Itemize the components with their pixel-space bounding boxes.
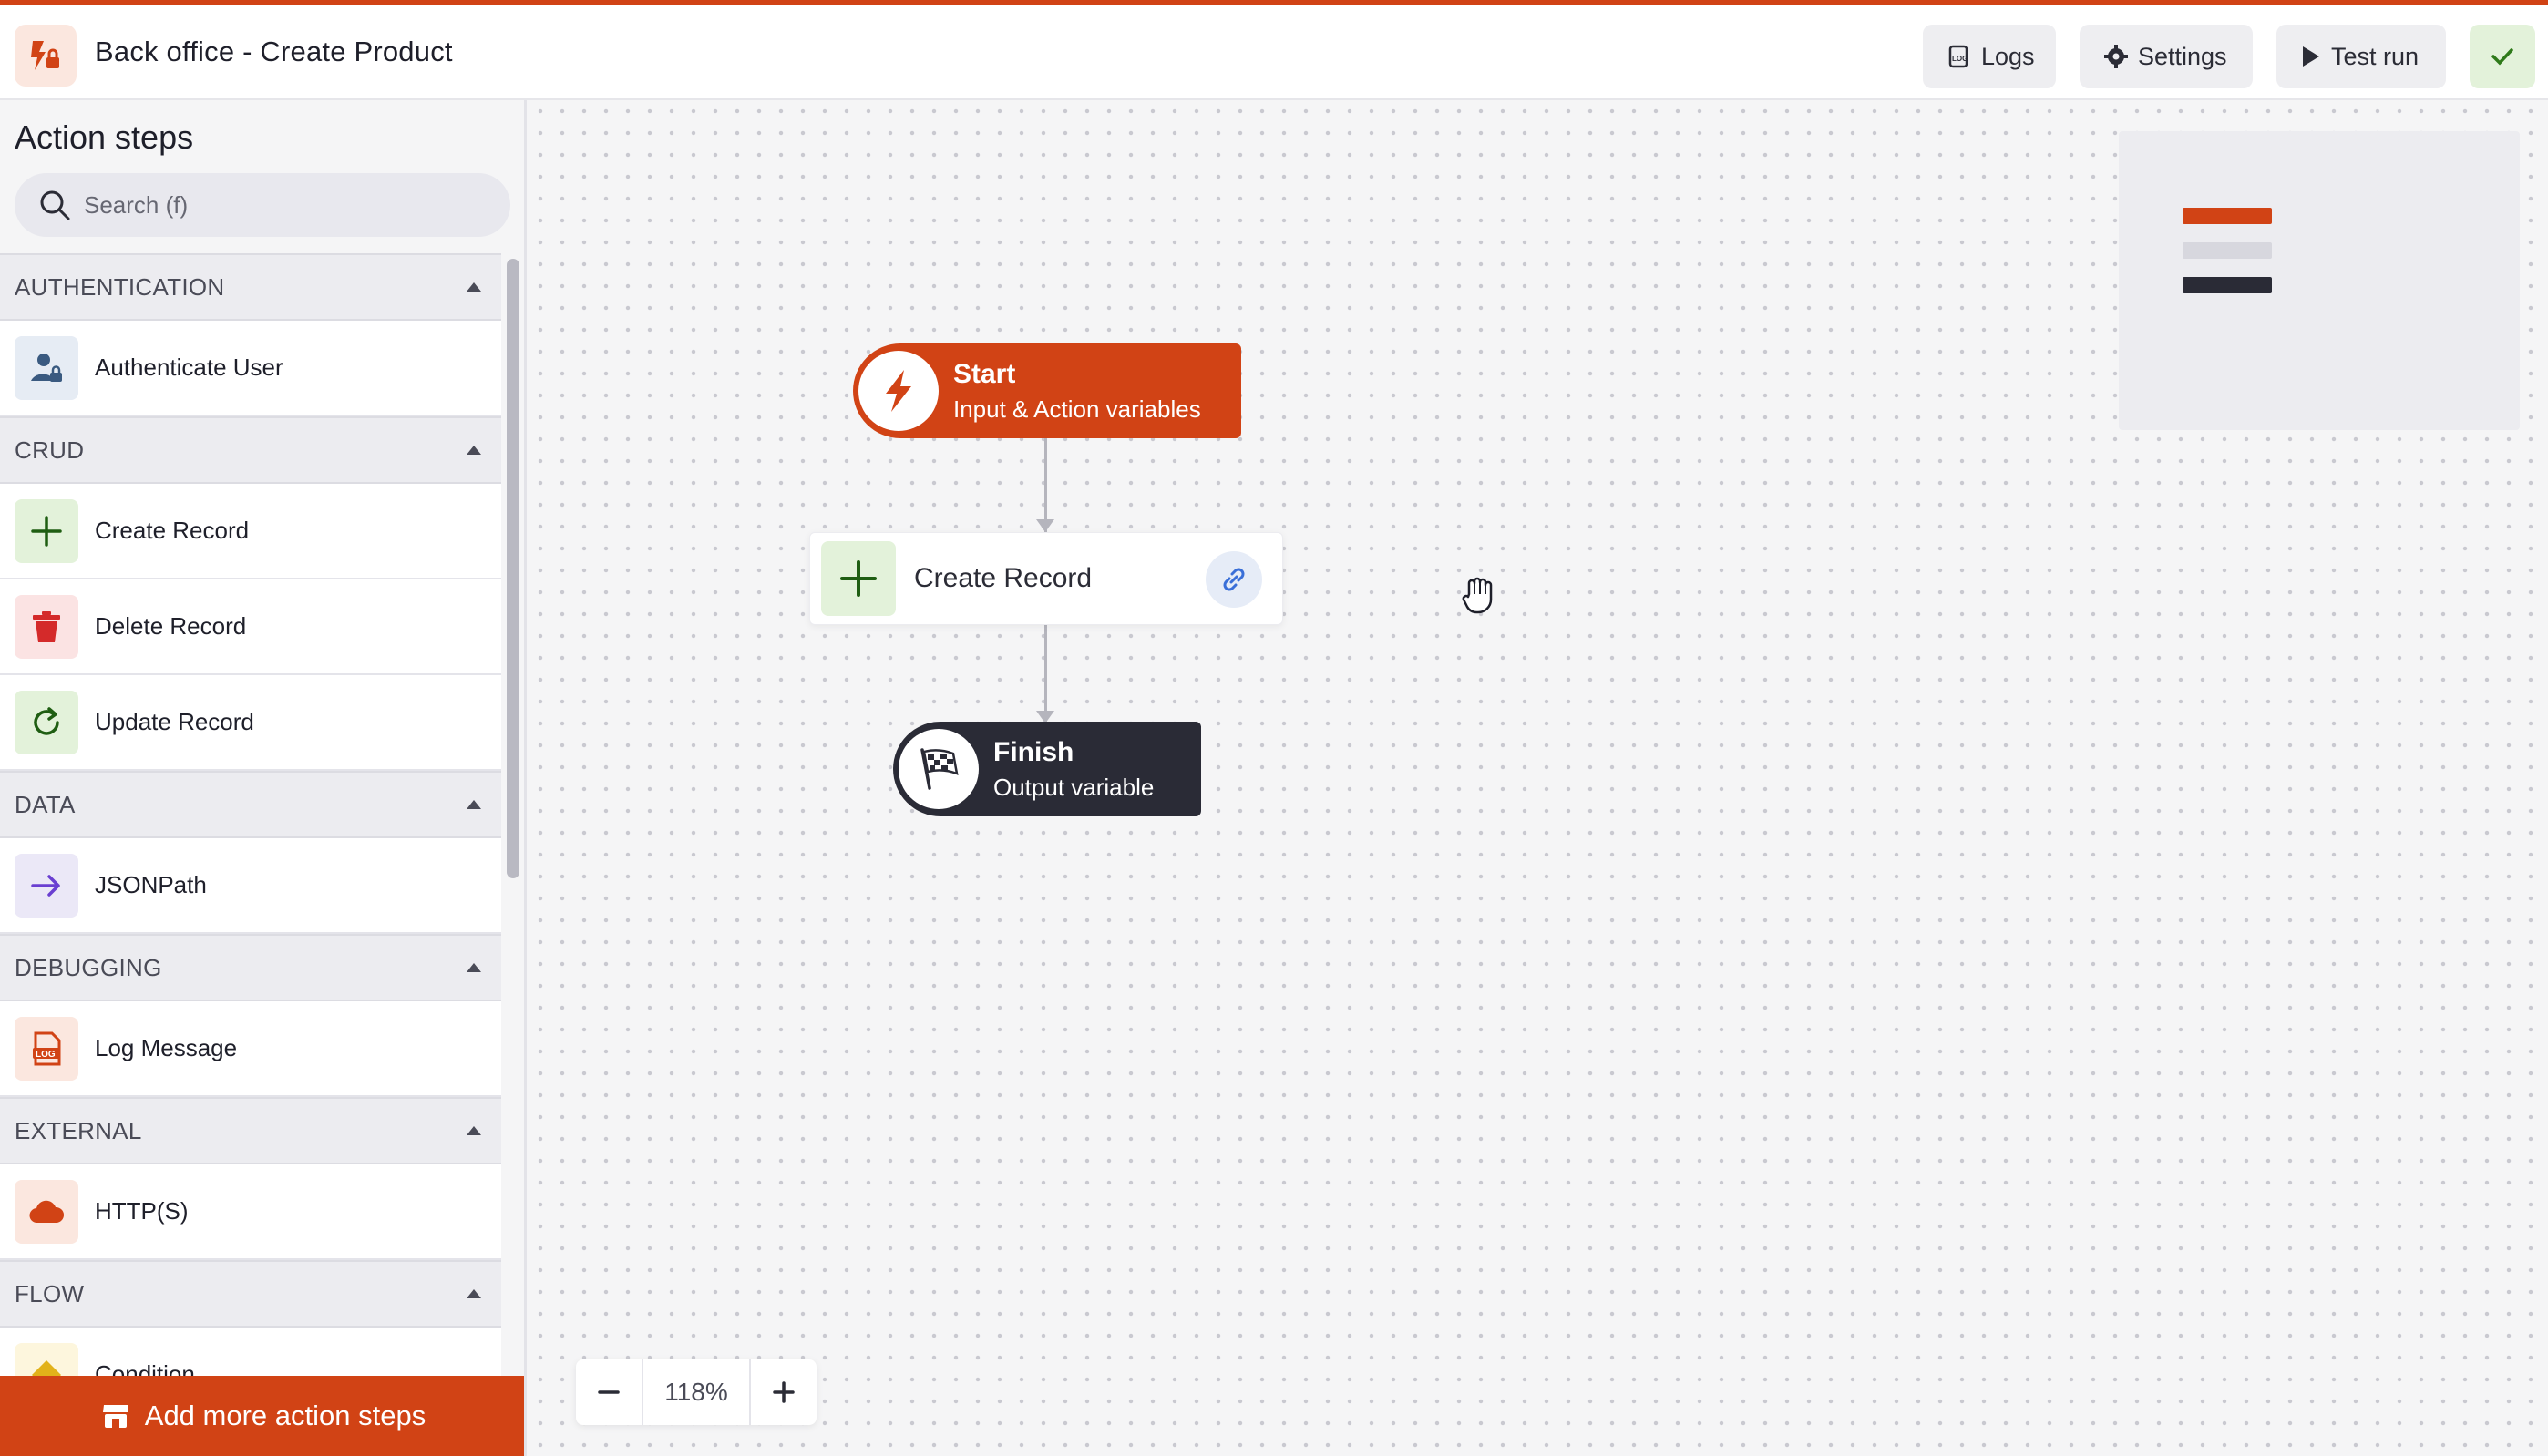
action-steps-sidebar: Action steps AUTHENTICATION Authenticate… [0,100,527,1456]
finish-node-subtitle: Output variable [993,773,1155,801]
app-logo-icon [15,25,77,87]
save-button[interactable] [2470,25,2535,88]
section-flow[interactable]: FLOW [0,1260,501,1328]
step-delete-record[interactable]: Delete Record [0,579,501,675]
trash-icon [15,594,78,659]
plus-icon [821,541,896,616]
start-node[interactable]: Start Input & Action variables [853,343,1241,438]
logs-label: Logs [1981,42,2035,70]
cloud-icon [15,1179,78,1244]
flow-canvas[interactable] [529,100,2548,1456]
flow-edge [1044,625,1047,723]
zoom-level: 118% [642,1359,751,1425]
start-node-title: Start [953,358,1016,389]
svg-text:LOG: LOG [36,1050,56,1060]
gear-icon [2104,45,2128,68]
link-icon [1223,568,1245,591]
bolt-icon [858,351,939,431]
user-lock-icon [15,335,78,400]
step-label: HTTP(S) [95,1197,189,1225]
step-authenticate-user[interactable]: Authenticate User [0,321,501,416]
section-authentication[interactable]: AUTHENTICATION [0,253,501,321]
section-label: EXTERNAL [15,1116,142,1144]
settings-button[interactable]: Settings [2080,25,2253,88]
section-label: FLOW [15,1279,85,1307]
finish-node[interactable]: Finish Output variable [893,722,1201,816]
collapse-triangle-icon [467,446,481,455]
section-label: CRUD [15,436,85,464]
add-more-label: Add more action steps [144,1400,426,1431]
create-record-node-label: Create Record [914,563,1093,593]
step-log-message[interactable]: LOG Log Message [0,1001,501,1097]
step-create-record[interactable]: Create Record [0,484,501,579]
section-debugging[interactable]: DEBUGGING [0,934,501,1001]
step-label: Delete Record [95,612,247,640]
section-label: DEBUGGING [15,953,162,981]
sidebar-title: Action steps [15,118,194,156]
step-label: Log Message [95,1034,238,1061]
sidebar-scrollbar[interactable] [507,259,519,878]
step-label: Create Record [95,517,250,544]
minimap-start-node [2183,208,2272,224]
section-external[interactable]: EXTERNAL [0,1097,501,1164]
checkered-flag-icon [899,729,979,809]
page-title: Back office - Create Product [95,36,453,67]
collapse-triangle-icon [467,1289,481,1298]
settings-label: Settings [2138,42,2227,70]
plus-icon [773,1381,795,1403]
start-node-subtitle: Input & Action variables [953,395,1201,423]
logs-button[interactable]: LOG Logs [1923,25,2056,88]
finish-node-title: Finish [993,736,1074,767]
step-label: Authenticate User [95,354,283,381]
section-crud[interactable]: CRUD [0,416,501,484]
add-more-steps-button[interactable]: Add more action steps [0,1376,524,1456]
search-icon [40,190,70,220]
zoom-in-button[interactable] [751,1359,817,1425]
plus-icon [15,498,78,563]
create-record-node[interactable]: Create Record [809,532,1283,625]
check-icon [2491,48,2513,66]
step-update-record[interactable]: Update Record [0,675,501,771]
minimap[interactable] [2119,131,2520,430]
test-run-button[interactable]: Test run [2276,25,2446,88]
play-icon [2303,46,2319,67]
step-label: Update Record [95,708,254,735]
zoom-controls: 118% [576,1359,817,1425]
collapse-triangle-icon [467,1126,481,1135]
step-label: JSONPath [95,871,207,898]
minimap-finish-node [2183,277,2272,293]
log-file-icon: LOG [1948,45,1968,68]
collapse-triangle-icon [467,963,481,972]
collapse-triangle-icon [467,282,481,292]
store-icon [102,1405,128,1428]
test-run-label: Test run [2331,42,2420,70]
arrow-right-icon [15,853,78,918]
step-jsonpath[interactable]: JSONPath [0,838,501,934]
zoom-out-button[interactable] [576,1359,642,1425]
refresh-icon [15,690,78,754]
svg-text:LOG: LOG [1952,55,1968,63]
search-box[interactable] [15,173,510,237]
collapse-triangle-icon [467,800,481,809]
minus-icon [598,1390,620,1394]
section-label: DATA [15,790,76,818]
search-input[interactable] [84,190,485,220]
arrow-down-icon [1036,519,1054,532]
section-data[interactable]: DATA [0,771,501,838]
hand-cursor-icon [1462,574,1495,619]
top-bar: Back office - Create Product LOG Logs Se… [0,0,2548,100]
step-https[interactable]: HTTP(S) [0,1164,501,1260]
link-button[interactable] [1206,551,1262,608]
minimap-create-node [2183,242,2272,259]
action-steps-list: AUTHENTICATION Authenticate User CRUD Cr… [0,253,501,1423]
section-label: AUTHENTICATION [15,272,225,301]
log-file-icon: LOG [15,1016,78,1081]
